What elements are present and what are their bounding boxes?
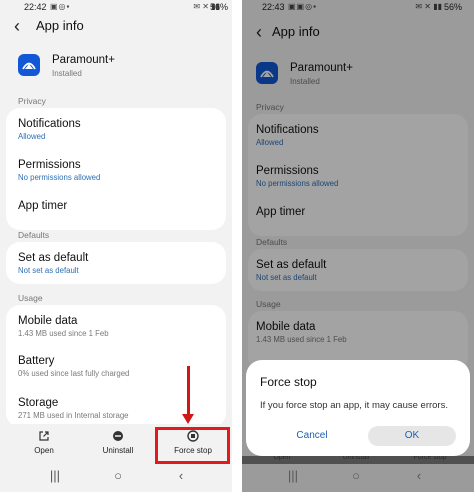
row-title: App timer	[18, 200, 68, 212]
row-app-timer[interactable]: App timer	[18, 200, 216, 212]
paramount-logo-icon	[18, 54, 40, 76]
row-permissions[interactable]: Permissions No permissions allowed	[18, 159, 216, 182]
row-subtitle: Allowed	[18, 132, 46, 141]
app-install-status: Installed	[52, 69, 82, 78]
row-title: Permissions	[18, 159, 81, 171]
row-set-as-default[interactable]: Set as default Not set as default	[18, 252, 216, 275]
dialog-title: Force stop	[260, 375, 317, 389]
dialog-message: If you force stop an app, it may cause e…	[260, 400, 448, 411]
battery-percent: 56%	[209, 2, 228, 12]
annotation-arrow-shaft	[187, 366, 190, 416]
recents-icon[interactable]: |||	[278, 466, 308, 486]
section-privacy: Privacy	[18, 96, 46, 106]
row-subtitle: Not set as default	[18, 266, 79, 275]
back-arrow-icon[interactable]: ‹	[14, 17, 28, 35]
defaults-card: Set as default Not set as default	[6, 242, 226, 284]
uninstall-label: Uninstall	[102, 446, 134, 455]
privacy-card: Notifications Allowed Permissions No per…	[6, 108, 226, 230]
force-stop-dialog: Force stop If you force stop an app, it …	[246, 360, 470, 456]
section-usage: Usage	[18, 293, 43, 303]
nav-back-icon[interactable]: ‹	[404, 466, 434, 486]
app-bar: ‹ App info	[0, 14, 232, 40]
home-icon[interactable]: ○	[341, 466, 371, 486]
annotation-highlight-box	[155, 427, 230, 464]
system-nav-bar: ||| ○ ‹	[242, 464, 474, 492]
notification-icons: ▣◎▪	[50, 2, 71, 11]
phone-right-force-stop-dialog: 22:43 ▣▣◎▪ ✉ ✕ ▮▮ 56% ‹ App info Paramou…	[242, 0, 474, 492]
row-notifications[interactable]: Notifications Allowed	[18, 118, 216, 141]
nav-back-icon[interactable]: ‹	[166, 466, 196, 486]
app-header: Paramount+ Installed	[0, 50, 232, 86]
row-title: Mobile data	[18, 315, 78, 327]
ok-button[interactable]: OK	[368, 426, 456, 446]
recents-icon[interactable]: |||	[40, 466, 70, 486]
screenshot-composite: 22:42 ▣◎▪ ✉ ✕ ▮▮ 56% ‹ App info Paramoun…	[0, 0, 474, 492]
row-title: Notifications	[18, 118, 81, 130]
open-external-icon	[39, 431, 49, 441]
annotation-arrow-head	[182, 414, 194, 424]
system-nav-bar: ||| ○ ‹	[0, 464, 232, 492]
open-button[interactable]: Open	[6, 428, 82, 458]
section-defaults: Defaults	[18, 230, 50, 240]
uninstall-button[interactable]: Uninstall	[80, 428, 156, 458]
status-bar: 22:42 ▣◎▪ ✉ ✕ ▮▮ 56%	[0, 0, 232, 14]
page-title: App info	[36, 18, 84, 33]
row-title: Set as default	[18, 252, 89, 264]
phone-left-app-info: 22:42 ▣◎▪ ✉ ✕ ▮▮ 56% ‹ App info Paramoun…	[0, 0, 232, 492]
open-label: Open	[34, 446, 54, 455]
usage-card: Mobile data 1.43 MB used since 1 Feb Bat…	[6, 305, 226, 427]
home-icon[interactable]: ○	[103, 466, 133, 486]
uninstall-icon	[113, 431, 123, 441]
app-name: Paramount+	[52, 54, 115, 66]
row-mobile-data[interactable]: Mobile data 1.43 MB used since 1 Feb	[18, 315, 216, 338]
cancel-button[interactable]: Cancel	[270, 426, 354, 446]
row-subtitle: 1.43 MB used since 1 Feb	[18, 329, 109, 338]
status-time: 22:42	[24, 2, 47, 12]
row-subtitle: No permissions allowed	[18, 173, 101, 182]
